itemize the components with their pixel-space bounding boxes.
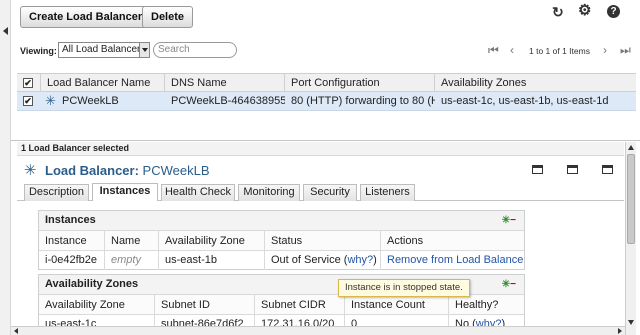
viewing-select[interactable]: All Load Balancers [58,42,150,58]
tab-security[interactable]: Security [303,184,357,201]
table-row[interactable]: ✔ ✳ PCWeekLB PCWeekLB-464638955.us-e 80 … [17,92,636,111]
col-subnet-cidr: Subnet CIDR [255,295,345,315]
pager-text: 1 to 1 of 1 Items [529,46,590,56]
viewing-label: Viewing: [20,46,57,56]
scroll-right-icon[interactable] [618,328,622,334]
vertical-scrollbar[interactable] [625,142,636,335]
scroll-down-icon[interactable] [628,320,634,325]
col-availability-zone: Availability Zone [159,231,265,251]
col-subnet-id: Subnet ID [155,295,255,315]
col-zone: Availability Zone [39,295,155,315]
col-instance: Instance [39,231,105,251]
next-page-icon[interactable]: › [603,44,607,56]
instances-heading: Instances ✳− [39,211,524,231]
scroll-thumb[interactable] [627,154,635,244]
viewing-select-value: All Load Balancers [62,44,146,55]
instances-heading-text: Instances [45,214,96,226]
col-status: Status [265,231,381,251]
scroll-up-icon[interactable] [628,145,634,150]
row-checkbox-cell[interactable]: ✔ [17,92,41,111]
collapse-arrow-icon[interactable] [3,27,8,35]
pane-bottom-icon[interactable] [532,165,543,174]
row-checkbox[interactable]: ✔ [23,96,33,106]
col-header-name[interactable]: Load Balancer Name [41,74,165,93]
col-header-dns[interactable]: DNS Name [165,74,285,93]
tab-description[interactable]: Description [24,184,89,201]
add-zone-icon[interactable]: ✳− [502,280,516,290]
col-header-port[interactable]: Port Configuration [285,74,435,93]
col-instance-count: Instance Count [345,295,449,315]
load-balancer-icon: ✳ [45,93,56,108]
details-title: Load Balancer: PCWeekLB [45,163,210,178]
help-icon[interactable]: ? [607,5,620,18]
instance-id: i-0e42fb2e [39,250,105,270]
scroll-left-icon[interactable] [14,328,18,334]
refresh-icon[interactable]: ↻ [552,5,564,19]
zones-heading-text: Availability Zones [45,278,139,290]
instance-zone: us-east-1b [159,250,265,270]
last-page-icon[interactable]: ⏭ [620,44,631,56]
instances-section: Instances ✳− Instance Name Availability … [38,210,525,270]
load-balancer-icon: ✳ [24,162,37,179]
left-panel-toggle[interactable] [0,0,11,335]
tab-instances[interactable]: Instances [92,183,158,201]
first-page-icon[interactable]: ⏮ [488,44,499,56]
pane-split-icon[interactable] [567,165,578,174]
row-dns: PCWeekLB-464638955.us-e [171,95,285,107]
selection-count: 1 Load Balancer selected [17,142,624,156]
panel-divider[interactable] [11,140,640,141]
tab-listeners[interactable]: Listeners [360,184,415,201]
select-all-checkbox[interactable]: ✔ [23,78,33,88]
delete-button[interactable]: Delete [142,6,194,28]
details-title-name: PCWeekLB [142,163,210,178]
col-actions: Actions [381,231,524,251]
details-title-prefix: Load Balancer: [45,163,139,178]
add-instance-icon[interactable]: ✳− [502,216,516,226]
row-zones: us-east-1c, us-east-1b, us-east-1d [441,95,609,107]
horizontal-scrollbar[interactable] [11,326,625,335]
instance-status: Out of Service (why?) [265,250,381,270]
create-load-balancer-button[interactable]: Create Load Balancer [20,6,152,28]
tab-health-check[interactable]: Health Check [161,184,235,201]
prev-page-icon[interactable]: ‹ [510,44,514,56]
tab-monitoring[interactable]: Monitoring [238,184,300,201]
status-text: Out of Service [271,254,341,266]
pane-full-icon[interactable] [602,165,613,174]
select-all-cell[interactable]: ✔ [17,74,41,93]
col-header-zones[interactable]: Availability Zones [435,74,635,93]
row-name: PCWeekLB [62,95,119,107]
instance-name: empty [105,250,159,270]
status-why-link[interactable]: why? [347,254,373,266]
gear-icon[interactable]: ⚙ [578,3,591,18]
search-input[interactable]: Search [153,42,237,58]
grid-header: ✔ Load Balancer Name DNS Name Port Confi… [17,73,636,93]
remove-from-lb-link[interactable]: Remove from Load Balancer [381,250,524,270]
col-healthy: Healthy? [449,295,524,315]
col-name: Name [105,231,159,251]
status-tooltip: Instance is in stopped state. [338,279,470,297]
row-port: 80 (HTTP) forwarding to 80 (HTTP) [291,95,435,107]
chevron-down-icon[interactable] [139,43,149,57]
